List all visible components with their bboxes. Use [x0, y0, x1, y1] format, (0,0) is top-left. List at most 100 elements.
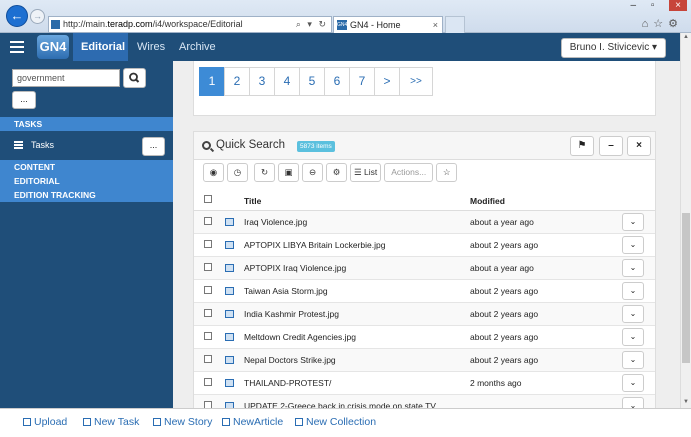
- address-bar[interactable]: http://main.teradp.com/i4/workspace/Edit…: [48, 16, 332, 33]
- page-4-button[interactable]: 4: [274, 67, 300, 96]
- actions-button[interactable]: Actions...: [384, 163, 434, 182]
- forward-arrow-icon[interactable]: →: [30, 9, 45, 24]
- row-menu-button[interactable]: ⌄: [622, 259, 644, 277]
- page-7-button[interactable]: 7: [349, 67, 375, 96]
- address-search-refresh-icon[interactable]: ⌕ ▾ ↻: [296, 17, 328, 32]
- row-title[interactable]: Iraq Violence.jpg: [244, 217, 307, 227]
- image-icon: [225, 379, 234, 387]
- history-button[interactable]: ◷: [227, 163, 248, 182]
- new-tab-button[interactable]: [445, 16, 465, 33]
- upload-link[interactable]: Upload: [23, 416, 67, 428]
- back-button[interactable]: ◉: [203, 163, 224, 182]
- row-checkbox[interactable]: [204, 332, 212, 340]
- table-row[interactable]: Taiwan Asia Storm.jpg about 2 years ago ⌄: [194, 280, 655, 303]
- row-title[interactable]: APTOPIX LIBYA Britain Lockerbie.jpg: [244, 240, 385, 250]
- row-title[interactable]: Taiwan Asia Storm.jpg: [244, 286, 328, 296]
- pin-panel-button[interactable]: ⚑: [570, 136, 594, 156]
- next-page-button[interactable]: >: [374, 67, 400, 96]
- new-collection-link[interactable]: New Collection: [295, 416, 376, 428]
- window-close-icon[interactable]: ×: [669, 0, 687, 11]
- row-checkbox[interactable]: [204, 286, 212, 294]
- row-menu-button[interactable]: ⌄: [622, 236, 644, 254]
- tab-favicon-icon: GN4: [337, 20, 348, 30]
- section-edition-tracking[interactable]: EDITION TRACKING: [0, 188, 173, 202]
- sidebar-search-input[interactable]: government: [12, 69, 120, 87]
- row-title[interactable]: India Kashmir Protest.jpg: [244, 309, 339, 319]
- back-arrow-icon[interactable]: ←: [6, 5, 28, 27]
- row-menu-button[interactable]: ⌄: [622, 282, 644, 300]
- row-checkbox[interactable]: [204, 240, 212, 248]
- close-panel-button[interactable]: ×: [627, 136, 651, 156]
- table-row[interactable]: India Kashmir Protest.jpg about 2 years a…: [194, 303, 655, 326]
- table-row[interactable]: APTOPIX LIBYA Britain Lockerbie.jpg about…: [194, 234, 655, 257]
- nav-editorial[interactable]: Editorial: [73, 33, 128, 61]
- row-menu-button[interactable]: ⌄: [622, 374, 644, 392]
- minimize-panel-button[interactable]: –: [599, 136, 623, 156]
- section-editorial[interactable]: EDITORIAL: [0, 174, 173, 188]
- user-menu-button[interactable]: Bruno I. Stivicevic ▾: [560, 38, 666, 58]
- row-checkbox[interactable]: [204, 355, 212, 363]
- table-row[interactable]: Iraq Violence.jpg about a year ago ⌄: [194, 211, 655, 234]
- section-tasks[interactable]: TASKS: [0, 117, 173, 131]
- page-5-button[interactable]: 5: [299, 67, 325, 96]
- new-story-link[interactable]: New Story: [153, 416, 212, 428]
- item-count-badge: 5873 items: [297, 141, 335, 152]
- favorite-button[interactable]: ☆: [436, 163, 458, 182]
- page-scrollbar[interactable]: ▲ ▼: [680, 33, 691, 408]
- row-menu-button[interactable]: ⌄: [622, 397, 644, 408]
- row-checkbox[interactable]: [204, 263, 212, 271]
- tasks-more-button[interactable]: ...: [142, 137, 165, 156]
- scroll-down-icon[interactable]: ▼: [682, 399, 690, 407]
- table-row[interactable]: THAILAND-PROTEST/2 months ago ⌄: [194, 372, 655, 395]
- select-all-checkbox[interactable]: [204, 195, 212, 203]
- row-modified: about 2 years ago: [470, 240, 539, 250]
- row-menu-button[interactable]: ⌄: [622, 305, 644, 323]
- last-page-button[interactable]: >>: [399, 67, 433, 96]
- settings-button[interactable]: ⚙: [326, 163, 347, 182]
- page-1-button[interactable]: 1: [199, 67, 225, 96]
- refresh-icon: ↻: [260, 167, 269, 177]
- sidebar-search-button[interactable]: [123, 68, 146, 88]
- row-checkbox[interactable]: [204, 217, 212, 225]
- window-controls[interactable]: – ▫ ×: [630, 0, 687, 11]
- row-title[interactable]: UPDATE 2-Greece back in crisis mode on s…: [244, 401, 436, 408]
- minus-icon: –: [608, 140, 614, 151]
- tab-close-icon[interactable]: ×: [433, 17, 438, 33]
- table-row[interactable]: UPDATE 2-Greece back in crisis mode on s…: [194, 395, 655, 408]
- browser-tab[interactable]: GN4 GN4 - Home ×: [333, 16, 443, 33]
- new-task-link[interactable]: New Task: [83, 416, 139, 428]
- nav-wires[interactable]: Wires: [129, 33, 173, 61]
- page-2-button[interactable]: 2: [224, 67, 250, 96]
- table-row[interactable]: Meltdown Credit Agencies.jpg about 2 year…: [194, 326, 655, 349]
- nav-archive[interactable]: Archive: [171, 33, 224, 61]
- row-menu-button[interactable]: ⌄: [622, 213, 644, 231]
- hamburger-menu-icon[interactable]: [10, 41, 24, 53]
- table-row[interactable]: APTOPIX Iraq Violence.jpg about a year ag…: [194, 257, 655, 280]
- row-title[interactable]: THAILAND-PROTEST/: [244, 378, 331, 388]
- row-checkbox[interactable]: [204, 378, 212, 386]
- row-title[interactable]: Nepal Doctors Strike.jpg: [244, 355, 336, 365]
- new-article-link[interactable]: NewArticle: [222, 416, 283, 428]
- table-row[interactable]: Nepal Doctors Strike.jpg about 2 years ag…: [194, 349, 655, 372]
- page-6-button[interactable]: 6: [324, 67, 350, 96]
- row-checkbox[interactable]: [204, 401, 212, 408]
- column-modified[interactable]: Modified: [470, 196, 505, 206]
- scroll-up-icon[interactable]: ▲: [682, 34, 690, 42]
- image-icon: [225, 356, 234, 364]
- browser-home-favorites-settings-icons[interactable]: ⌂☆⚙: [642, 17, 683, 30]
- row-checkbox[interactable]: [204, 309, 212, 317]
- row-title[interactable]: Meltdown Credit Agencies.jpg: [244, 332, 356, 342]
- sidebar-item-tasks[interactable]: Tasks ...: [0, 132, 173, 160]
- row-title[interactable]: APTOPIX Iraq Violence.jpg: [244, 263, 346, 273]
- row-menu-button[interactable]: ⌄: [622, 351, 644, 369]
- zoom-button[interactable]: ⊖: [302, 163, 323, 182]
- section-content[interactable]: CONTENT: [0, 160, 173, 174]
- sidebar-more-button[interactable]: ...: [12, 91, 36, 109]
- scroll-thumb[interactable]: [682, 213, 690, 363]
- page-3-button[interactable]: 3: [249, 67, 275, 96]
- list-view-button[interactable]: ☰ List: [350, 163, 382, 182]
- save-button[interactable]: ▣: [278, 163, 299, 182]
- column-title[interactable]: Title: [244, 196, 261, 206]
- refresh-button[interactable]: ↻: [254, 163, 275, 182]
- row-menu-button[interactable]: ⌄: [622, 328, 644, 346]
